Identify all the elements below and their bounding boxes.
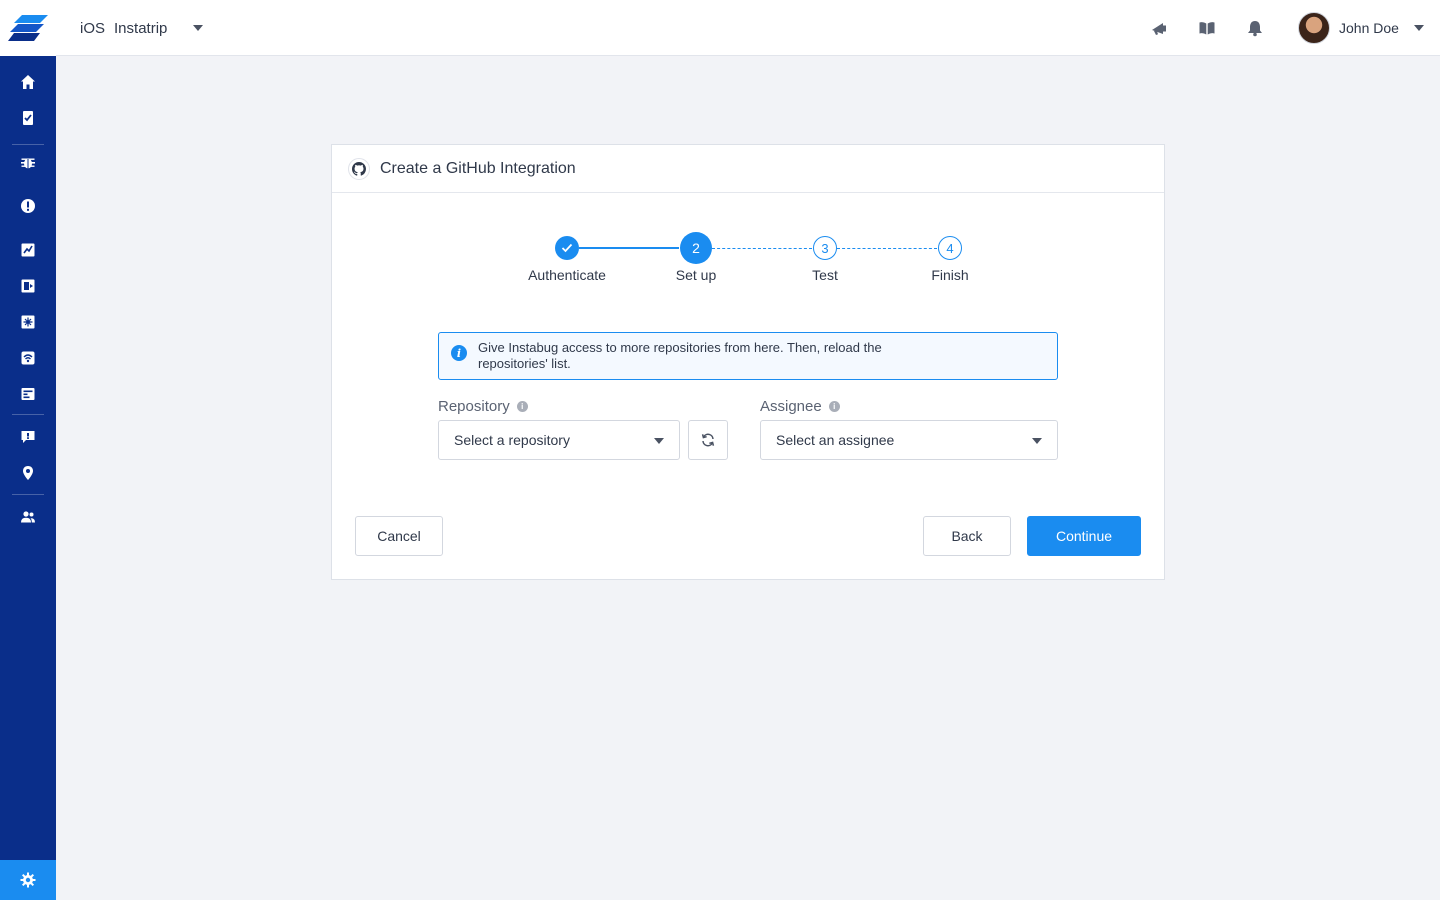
top-header: iOS Instatrip John Doe (56, 0, 1440, 56)
checkmark-icon (561, 243, 573, 253)
bugs-icon (21, 158, 35, 169)
sidebar-item-reports[interactable] (0, 100, 56, 136)
sidebar-item-feature-requests[interactable] (0, 304, 56, 340)
sidebar-divider (12, 494, 44, 495)
panel-title: Create a GitHub Integration (380, 159, 576, 177)
step-label-authenticate: Authenticate (528, 267, 606, 283)
assignee-select[interactable]: Select an assignee (760, 420, 1058, 460)
notifications-button[interactable] (1243, 16, 1267, 40)
announcements-button[interactable] (1147, 16, 1171, 40)
platform-label: iOS (80, 19, 106, 37)
sidebar-item-crashes[interactable] (0, 188, 56, 224)
panel-header: Create a GitHub Integration (332, 145, 1164, 193)
feature-requests-icon (21, 315, 35, 329)
sidebar-item-app-performance[interactable] (0, 232, 56, 268)
sidebar (0, 0, 56, 900)
step-label-test: Test (812, 267, 838, 283)
instabug-logo[interactable] (0, 0, 56, 56)
github-logo-icon (352, 161, 366, 176)
team-icon (21, 511, 35, 523)
logo-mark-icon (8, 15, 48, 41)
surveys-icon (21, 431, 35, 443)
chevron-down-icon (193, 25, 204, 31)
step-setup-active: 2 (680, 232, 712, 264)
repository-placeholder: Select a repository (454, 432, 570, 448)
sidebar-divider (12, 414, 44, 415)
help-icon[interactable]: i (516, 401, 528, 412)
reload-repositories-button[interactable] (688, 420, 728, 460)
docs-book-icon (1199, 22, 1215, 35)
info-banner: i Give Instabug access to more repositor… (438, 332, 1058, 380)
sidebar-item-bugs[interactable] (0, 144, 56, 180)
chevron-down-icon (1413, 25, 1424, 31)
sidebar-item-app-ratings[interactable] (0, 376, 56, 412)
info-text: Give Instabug access to more repositorie… (478, 340, 882, 371)
info-icon: i (451, 345, 467, 361)
continue-button[interactable]: Continue (1027, 516, 1141, 556)
user-menu[interactable]: John Doe (1298, 12, 1424, 44)
chevron-down-icon (654, 438, 664, 444)
repository-label: Repository i (438, 398, 528, 415)
app-name: Instatrip (114, 19, 168, 37)
step-connector-complete (579, 247, 679, 249)
sidebar-item-location[interactable] (0, 455, 56, 491)
step-test: 3 (813, 236, 837, 260)
back-button[interactable]: Back (923, 516, 1011, 556)
avatar (1298, 12, 1330, 44)
sidebar-item-session-replay[interactable] (0, 268, 56, 304)
announcements-icon (1152, 23, 1166, 35)
sidebar-item-home[interactable] (0, 64, 56, 100)
progress-stepper: 2 3 4 Authenticate Set up Test Finish (332, 193, 1166, 313)
app-switcher[interactable]: iOS Instatrip (80, 0, 204, 56)
sidebar-item-team[interactable] (0, 499, 56, 535)
step-connector-pending (712, 248, 812, 249)
assignee-label-text: Assignee (760, 398, 822, 415)
step-label-finish: Finish (931, 267, 969, 283)
app-performance-icon (21, 243, 35, 257)
sidebar-item-network[interactable] (0, 340, 56, 376)
chevron-down-icon (1032, 438, 1042, 444)
help-icon[interactable]: i (828, 401, 840, 412)
github-icon (348, 157, 370, 180)
assignee-label: Assignee i (760, 398, 840, 415)
cancel-button[interactable]: Cancel (355, 516, 443, 556)
home-icon (21, 75, 35, 89)
user-name: John Doe (1339, 20, 1399, 36)
app-ratings-icon (21, 388, 35, 400)
sidebar-item-surveys[interactable] (0, 419, 56, 455)
step-finish: 4 (938, 236, 962, 260)
settings-gear-icon (20, 872, 36, 888)
notifications-bell-icon (1248, 21, 1262, 37)
assignee-placeholder: Select an assignee (776, 432, 895, 448)
location-pin-icon (23, 466, 33, 480)
step-authenticate-complete (555, 236, 579, 260)
settings-button[interactable] (0, 860, 56, 900)
crashes-icon (21, 199, 35, 213)
reports-icon (23, 111, 33, 125)
refresh-icon (701, 433, 715, 447)
step-connector-pending (837, 248, 937, 249)
session-replay-icon (21, 279, 35, 293)
github-integration-panel: Create a GitHub Integration 2 3 4 Authen… (331, 144, 1165, 580)
step-label-setup: Set up (675, 267, 717, 283)
docs-button[interactable] (1195, 16, 1219, 40)
network-icon (21, 351, 35, 365)
repository-select[interactable]: Select a repository (438, 420, 680, 460)
repository-label-text: Repository (438, 398, 510, 415)
